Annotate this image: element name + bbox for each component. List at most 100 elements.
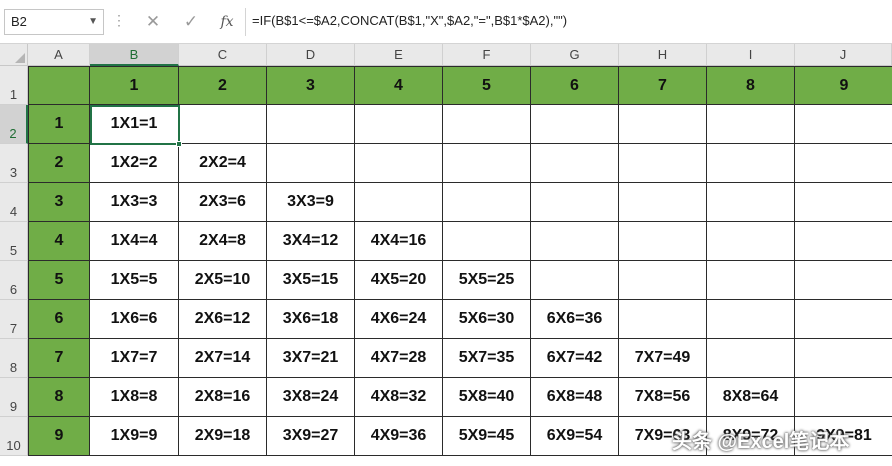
table-cell[interactable] [795, 261, 892, 300]
table-cell[interactable]: 3X8=24 [267, 378, 355, 417]
table-cell[interactable]: 3X4=12 [267, 222, 355, 261]
table-cell[interactable] [795, 378, 892, 417]
table-cell[interactable]: 8X8=64 [707, 378, 795, 417]
row-header-8[interactable]: 8 [0, 339, 28, 378]
row-header-3[interactable]: 3 [0, 144, 28, 183]
insert-function-button[interactable]: fx [216, 10, 238, 34]
table-cell[interactable]: 6X6=36 [531, 300, 619, 339]
column-header-b[interactable]: B [90, 44, 179, 66]
table-cell[interactable] [795, 339, 892, 378]
row-header-7[interactable]: 7 [0, 300, 28, 339]
table-cell[interactable] [531, 144, 619, 183]
row-label-cell-3[interactable]: 3 [28, 183, 90, 222]
row-header-5[interactable]: 5 [0, 222, 28, 261]
name-box[interactable]: B2 ▼ [4, 9, 104, 35]
row-label-cell-7[interactable]: 7 [28, 339, 90, 378]
table-cell[interactable]: 3X3=9 [267, 183, 355, 222]
table-cell[interactable] [707, 300, 795, 339]
table-cell[interactable] [619, 183, 707, 222]
table-cell[interactable]: 1X1=1 [90, 105, 179, 144]
table-cell[interactable] [355, 183, 443, 222]
table-cell[interactable]: 4X9=36 [355, 417, 443, 456]
table-cell[interactable] [707, 339, 795, 378]
table-cell[interactable] [531, 183, 619, 222]
table-cell[interactable] [795, 222, 892, 261]
row-label-cell-1[interactable]: 1 [28, 105, 90, 144]
drag-handle-icon[interactable]: ⋮ [112, 12, 126, 29]
table-cell[interactable]: 6X8=48 [531, 378, 619, 417]
table-cell[interactable]: 4X4=16 [355, 222, 443, 261]
table-cell[interactable]: 1X3=3 [90, 183, 179, 222]
table-cell[interactable] [267, 144, 355, 183]
table-cell[interactable] [531, 222, 619, 261]
table-cell[interactable] [707, 261, 795, 300]
table-cell[interactable]: 4X8=32 [355, 378, 443, 417]
column-header-f[interactable]: F [443, 44, 531, 66]
table-cell[interactable] [355, 144, 443, 183]
confirm-icon[interactable]: ✓ [180, 10, 202, 34]
row-header-9[interactable]: 9 [0, 378, 28, 417]
header-cell-8[interactable]: 8 [707, 66, 795, 105]
table-cell[interactable]: 2X6=12 [179, 300, 267, 339]
column-header-d[interactable]: D [267, 44, 355, 66]
table-cell[interactable]: 1X9=9 [90, 417, 179, 456]
header-cell-4[interactable]: 4 [355, 66, 443, 105]
row-header-4[interactable]: 4 [0, 183, 28, 222]
table-cell[interactable] [707, 105, 795, 144]
table-cell[interactable]: 1X8=8 [90, 378, 179, 417]
table-cell[interactable] [531, 261, 619, 300]
table-cell[interactable]: 2X7=14 [179, 339, 267, 378]
table-cell[interactable] [443, 105, 531, 144]
table-cell[interactable]: 7X7=49 [619, 339, 707, 378]
table-cell[interactable]: 6X7=42 [531, 339, 619, 378]
table-cell[interactable]: 1X2=2 [90, 144, 179, 183]
header-cell-2[interactable]: 2 [179, 66, 267, 105]
header-cell-9[interactable]: 9 [795, 66, 892, 105]
table-cell[interactable] [707, 222, 795, 261]
table-cell[interactable] [795, 300, 892, 339]
table-cell[interactable] [707, 183, 795, 222]
row-header-2[interactable]: 2 [0, 105, 28, 144]
table-cell[interactable]: 4X7=28 [355, 339, 443, 378]
table-cell[interactable] [619, 300, 707, 339]
table-cell[interactable]: 1X5=5 [90, 261, 179, 300]
table-cell[interactable]: 4X6=24 [355, 300, 443, 339]
table-cell[interactable] [795, 183, 892, 222]
column-header-e[interactable]: E [355, 44, 443, 66]
table-cell[interactable]: 1X4=4 [90, 222, 179, 261]
header-cell-1[interactable]: 1 [90, 66, 179, 105]
table-cell[interactable] [179, 105, 267, 144]
table-cell[interactable]: 4X5=20 [355, 261, 443, 300]
row-header-1[interactable]: 1 [0, 66, 28, 105]
column-header-g[interactable]: G [531, 44, 619, 66]
header-cell-7[interactable]: 7 [619, 66, 707, 105]
chevron-down-icon[interactable]: ▼ [88, 16, 98, 27]
column-header-c[interactable]: C [179, 44, 267, 66]
header-cell-3[interactable]: 3 [267, 66, 355, 105]
table-cell[interactable]: 2X9=18 [179, 417, 267, 456]
column-header-a[interactable]: A [28, 44, 90, 66]
table-cell[interactable]: 1X7=7 [90, 339, 179, 378]
table-cell[interactable]: 3X6=18 [267, 300, 355, 339]
table-cell[interactable]: 5X9=45 [443, 417, 531, 456]
row-label-cell-9[interactable]: 9 [28, 417, 90, 456]
table-cell[interactable]: 6X9=54 [531, 417, 619, 456]
select-all-button[interactable] [0, 44, 28, 66]
table-cell[interactable]: 5X8=40 [443, 378, 531, 417]
header-cell-0[interactable] [28, 66, 90, 105]
row-header-6[interactable]: 6 [0, 261, 28, 300]
table-cell[interactable] [531, 105, 619, 144]
column-header-i[interactable]: I [707, 44, 795, 66]
table-cell[interactable] [795, 105, 892, 144]
table-cell[interactable]: 3X5=15 [267, 261, 355, 300]
row-label-cell-6[interactable]: 6 [28, 300, 90, 339]
table-cell[interactable]: 2X3=6 [179, 183, 267, 222]
table-cell[interactable]: 2X4=8 [179, 222, 267, 261]
table-cell[interactable]: 2X2=4 [179, 144, 267, 183]
table-cell[interactable] [443, 222, 531, 261]
row-label-cell-4[interactable]: 4 [28, 222, 90, 261]
table-cell[interactable]: 2X5=10 [179, 261, 267, 300]
table-cell[interactable] [355, 105, 443, 144]
table-cell[interactable] [619, 144, 707, 183]
table-cell[interactable] [795, 144, 892, 183]
